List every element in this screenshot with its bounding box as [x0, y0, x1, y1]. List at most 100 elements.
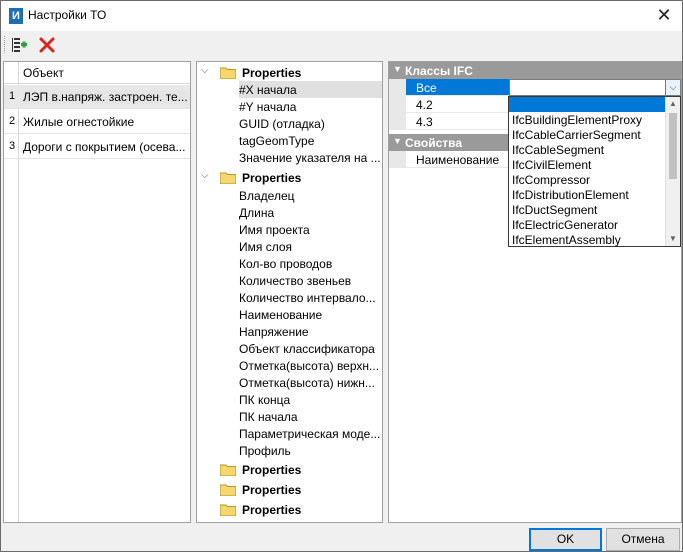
tree-item[interactable]: Объект классификатора: [239, 340, 382, 357]
dropdown-option-label: IfcCableSegment: [512, 143, 605, 157]
tree-item-label: Напряжение: [239, 325, 309, 339]
tree-item-label: Отметка(высота) верхн...: [239, 359, 380, 373]
tree-item-label: ПК начала: [239, 410, 298, 424]
tree-item-label: Имя слоя: [239, 240, 293, 254]
tree-item[interactable]: #X начала: [239, 81, 382, 98]
title-bar: И Настройки ТО ✕: [1, 1, 682, 31]
dropdown-option-label: IfcCableCarrierSegment: [512, 128, 641, 142]
chevron-up-icon[interactable]: ▲: [666, 97, 680, 111]
tree-item-label: Объект классификатора: [239, 342, 375, 356]
tree-group-label: Properties: [242, 503, 302, 517]
tree-item-label: #X начала: [239, 83, 297, 97]
object-row[interactable]: 2 Жилые огнестойкие: [4, 110, 190, 134]
dropdown-option[interactable]: [509, 97, 666, 112]
row-gutter: [389, 113, 406, 130]
chevron-down-icon[interactable]: ⌵: [665, 80, 680, 95]
row-gutter: [389, 96, 406, 113]
tree-item[interactable]: ПК конца: [239, 391, 382, 408]
dropdown-option[interactable]: IfcElectricGenerator: [509, 217, 666, 232]
dropdown-option[interactable]: IfcCompressor: [509, 172, 666, 187]
dropdown-option-label: IfcDuctSegment: [512, 203, 598, 217]
tree-item-label: Параметрическая моде...: [239, 427, 381, 441]
tree-item[interactable]: Количество звеньев: [239, 272, 382, 289]
property-key-label: Все: [416, 81, 437, 95]
row-gutter: [389, 79, 406, 96]
scrollbar-thumb[interactable]: [669, 113, 677, 179]
dropdown-option[interactable]: IfcBuildingElementProxy: [509, 112, 666, 127]
object-row-index: 1: [9, 90, 16, 102]
tree-item[interactable]: ПК начала: [239, 408, 382, 425]
property-key: Все: [406, 79, 509, 96]
dropdown-option[interactable]: IfcDuctSegment: [509, 202, 666, 217]
properties-tree: ⌵ Properties #X начала #Y начала GUID (о…: [196, 61, 383, 523]
tree-group-label: Properties: [242, 463, 302, 477]
collapse-icon[interactable]: ▼: [393, 64, 402, 74]
ok-button[interactable]: OK: [529, 528, 602, 551]
tree-group-label: Properties: [242, 171, 302, 185]
object-row-label: Жилые огнестойкие: [23, 115, 135, 129]
tree-item[interactable]: Количество интервало...: [239, 289, 382, 306]
tree-item[interactable]: Отметка(высота) нижн...: [239, 374, 382, 391]
folder-icon: [220, 464, 236, 476]
close-icon[interactable]: ✕: [654, 5, 674, 25]
folder-icon: [220, 484, 236, 496]
property-key-label: 4.2: [416, 98, 433, 112]
tree-item[interactable]: Наименование: [239, 306, 382, 323]
cancel-button[interactable]: Отмена: [606, 528, 680, 551]
dropdown-option[interactable]: IfcElementAssembly: [509, 232, 666, 247]
tree-item[interactable]: GUID (отладка): [239, 115, 382, 132]
collapse-icon[interactable]: ▼: [393, 136, 402, 146]
object-row-label: ЛЭП в.напряж. застроен. те...: [23, 90, 187, 104]
objects-panel: Объект 1 ЛЭП в.напряж. застроен. те... 2…: [3, 61, 191, 523]
dropdown-option[interactable]: IfcCivilElement: [509, 157, 666, 172]
tree-item[interactable]: Кол-во проводов: [239, 255, 382, 272]
object-row[interactable]: 3 Дороги с покрытием (осева...: [4, 135, 190, 159]
tree-item[interactable]: Отметка(высота) верхн...: [239, 357, 382, 374]
ifc-class-dropdown-list[interactable]: IfcBuildingElementProxy IfcCableCarrierS…: [508, 96, 681, 247]
settings-dialog: И Настройки ТО ✕ Объект 1 ЛЭП в.напряж. …: [0, 0, 683, 552]
add-item-icon[interactable]: [11, 36, 29, 54]
tree-item-label: Количество интервало...: [239, 291, 376, 305]
tree-item[interactable]: tagGeomType: [239, 132, 382, 149]
dropdown-option-label: IfcCompressor: [512, 173, 591, 187]
tree-item-label: Профиль: [239, 444, 291, 458]
tree-group-label: Properties: [242, 66, 302, 80]
property-row[interactable]: Все ⌵: [389, 79, 681, 96]
tree-item-label: Длина: [239, 206, 275, 220]
tree-item[interactable]: Длина: [239, 204, 382, 221]
property-key-label: 4.3: [416, 115, 433, 129]
tree-item[interactable]: Имя проекта: [239, 221, 382, 238]
property-key-label: Наименование: [416, 153, 500, 167]
tree-item[interactable]: Имя слоя: [239, 238, 382, 255]
tree-item-label: Значение указателя на ...: [239, 151, 381, 165]
delete-x-icon[interactable]: [38, 36, 56, 54]
tree-item-label: Владелец: [239, 189, 295, 203]
chevron-down-icon[interactable]: ⌵: [201, 66, 211, 76]
property-key: 4.2: [406, 96, 509, 113]
tree-item[interactable]: #Y начала: [239, 98, 382, 115]
tree-item[interactable]: Значение указателя на ...: [239, 149, 382, 166]
category-ifc-classes[interactable]: ▼ Классы IFC: [389, 62, 681, 79]
tree-item[interactable]: Напряжение: [239, 323, 382, 340]
dropdown-option[interactable]: IfcDistributionElement: [509, 187, 666, 202]
row-gutter: [389, 151, 406, 168]
tree-item[interactable]: Параметрическая моде...: [239, 425, 382, 442]
dropdown-scrollbar[interactable]: ▲ ▼: [665, 97, 680, 246]
dropdown-option-label: IfcCivilElement: [512, 158, 592, 172]
tree-item-label: #Y начала: [239, 100, 297, 114]
chevron-down-icon[interactable]: ⌵: [201, 171, 211, 181]
tree-item[interactable]: Профиль: [239, 442, 382, 459]
ifc-class-combo[interactable]: ⌵: [509, 79, 681, 96]
dropdown-option[interactable]: IfcCableSegment: [509, 142, 666, 157]
toolbar-grip: [4, 36, 7, 53]
tree-item[interactable]: Владелец: [239, 187, 382, 204]
dropdown-option[interactable]: IfcCableCarrierSegment: [509, 127, 666, 142]
chevron-down-icon[interactable]: ▼: [666, 232, 680, 246]
app-icon: И: [9, 8, 23, 24]
property-key: 4.3: [406, 113, 509, 130]
objects-header-label: Объект: [23, 66, 64, 80]
window-title: Настройки ТО: [28, 8, 107, 22]
tree-item-label: Отметка(высота) нижн...: [239, 376, 375, 390]
tree-item-label: tagGeomType: [239, 134, 315, 148]
object-row[interactable]: 1 ЛЭП в.напряж. застроен. те...: [4, 85, 190, 109]
